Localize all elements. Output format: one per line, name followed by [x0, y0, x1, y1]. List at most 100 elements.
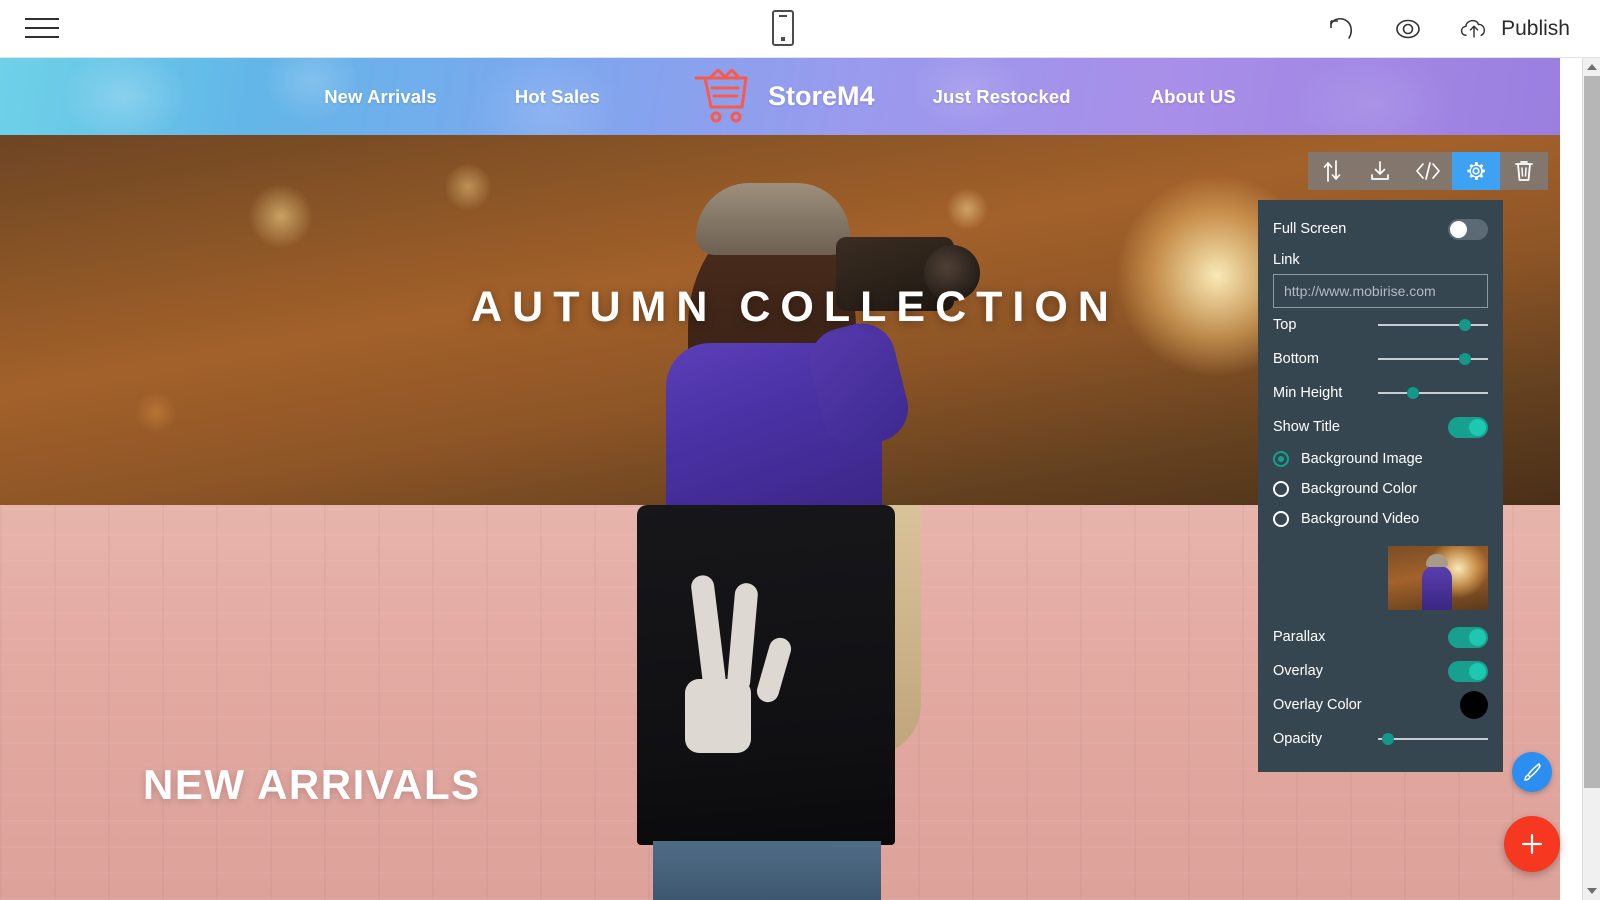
parallax-label: Parallax: [1273, 629, 1326, 645]
block-settings-gear-icon[interactable]: [1452, 152, 1500, 190]
background-image-option[interactable]: Background Image: [1273, 444, 1488, 474]
overlay-label: Overlay: [1273, 663, 1323, 679]
toggle-knob: [1469, 662, 1486, 680]
parallax-row: Parallax: [1273, 620, 1488, 654]
overlay-toggle[interactable]: [1448, 660, 1488, 682]
site-brand[interactable]: StoreM4: [692, 68, 875, 125]
thumbnail-hat: [1426, 554, 1448, 567]
slider-thumb[interactable]: [1459, 353, 1472, 365]
opacity-label: Opacity: [1273, 731, 1323, 747]
slider-thumb[interactable]: [1459, 319, 1472, 331]
app-toolbar-actions: Publish: [1325, 0, 1570, 58]
publish-button[interactable]: Publish: [1457, 12, 1570, 46]
plus-icon: [1521, 833, 1543, 855]
hand-finger: [689, 574, 728, 694]
pen-brush-icon[interactable]: [1512, 752, 1552, 792]
background-color-option[interactable]: Background Color: [1273, 474, 1488, 504]
background-image-thumbnail-wrap: [1273, 546, 1488, 610]
scroll-down-arrow-icon[interactable]: [1583, 882, 1600, 900]
radio-button: [1273, 511, 1289, 527]
nav-link-about-us[interactable]: About US: [1151, 86, 1236, 108]
hand-finger: [726, 582, 759, 694]
min-height-label: Min Height: [1273, 385, 1343, 401]
hamburger-bar: [25, 18, 59, 20]
min-height-row: Min Height: [1273, 376, 1488, 410]
bottom-padding-slider[interactable]: [1378, 350, 1488, 368]
overlay-color-swatch[interactable]: [1460, 691, 1488, 719]
triangle-down: [1587, 888, 1597, 894]
code-editor-icon[interactable]: [1404, 152, 1452, 190]
background-image-thumbnail[interactable]: [1388, 546, 1488, 610]
nav-link-just-restocked[interactable]: Just Restocked: [933, 86, 1071, 108]
hero-photographer-figure: [580, 175, 980, 505]
site-brand-name: StoreM4: [768, 81, 875, 111]
link-label: Link: [1273, 252, 1300, 268]
eye-preview-icon[interactable]: [1391, 12, 1425, 46]
mobile-device-icon[interactable]: [772, 10, 794, 46]
scrollbar-thumb[interactable]: [1584, 76, 1600, 788]
scroll-up-arrow-icon[interactable]: [1583, 58, 1600, 76]
vertical-scrollbar[interactable]: [1582, 58, 1600, 900]
hand-finger: [754, 635, 794, 705]
slider-track: [1378, 392, 1488, 394]
hand-palm: [685, 679, 751, 753]
min-height-slider[interactable]: [1378, 384, 1488, 402]
site-navbar: New Arrivals Hot Sales StoreM4 Just Rest…: [0, 58, 1560, 135]
triangle-up: [1587, 64, 1597, 70]
link-input[interactable]: [1273, 274, 1488, 308]
overlay-color-row: Overlay Color: [1273, 688, 1488, 722]
opacity-slider[interactable]: [1378, 730, 1488, 748]
bottom-padding-row: Bottom: [1273, 342, 1488, 376]
toggle-knob: [1469, 418, 1486, 436]
radio-button-selected: [1273, 451, 1289, 467]
nav-link-hot-sales[interactable]: Hot Sales: [515, 86, 600, 108]
thumbnail-figure: [1422, 566, 1452, 610]
top-padding-label: Top: [1273, 317, 1297, 333]
hamburger-bar: [25, 36, 59, 38]
undo-icon[interactable]: [1325, 12, 1359, 46]
full-screen-label: Full Screen: [1273, 221, 1347, 237]
slider-track: [1378, 324, 1488, 326]
hamburger-icon[interactable]: [25, 13, 59, 43]
background-color-label: Background Color: [1301, 481, 1418, 497]
block-parameters-panel: Full Screen Link Top Bottom Min Height S…: [1258, 200, 1503, 772]
top-padding-row: Top: [1273, 308, 1488, 342]
nav-link-new-arrivals[interactable]: New Arrivals: [324, 86, 437, 108]
top-padding-slider[interactable]: [1378, 316, 1488, 334]
radio-button: [1273, 481, 1289, 497]
slider-track: [1378, 358, 1488, 360]
full-screen-row: Full Screen: [1273, 212, 1488, 246]
move-block-icon[interactable]: [1308, 152, 1356, 190]
publish-label: Publish: [1501, 17, 1570, 40]
site-nav-links: New Arrivals Hot Sales StoreM4 Just Rest…: [324, 68, 1236, 125]
cloud-upload-icon: [1460, 19, 1486, 38]
show-title-toggle[interactable]: [1448, 416, 1488, 438]
toggle-knob: [1469, 628, 1486, 646]
model-jeans: [653, 841, 881, 900]
block-toolbar: [1308, 152, 1548, 190]
opacity-row: Opacity: [1273, 722, 1488, 756]
tshirt-model-photo: [595, 505, 965, 900]
figure-hat: [696, 183, 850, 255]
tshirt-hand-graphic: [679, 574, 809, 765]
new-arrivals-title[interactable]: NEW ARRIVALS: [143, 761, 481, 809]
delete-block-trash-icon[interactable]: [1500, 152, 1548, 190]
full-screen-toggle[interactable]: [1448, 218, 1488, 240]
overlay-row: Overlay: [1273, 654, 1488, 688]
parallax-toggle[interactable]: [1448, 626, 1488, 648]
slider-track: [1378, 738, 1488, 740]
toggle-knob: [1450, 220, 1467, 238]
background-video-label: Background Video: [1301, 511, 1420, 527]
overlay-color-label: Overlay Color: [1273, 697, 1362, 713]
add-block-button[interactable]: [1504, 816, 1560, 872]
show-title-row: Show Title: [1273, 410, 1488, 444]
slider-thumb[interactable]: [1407, 387, 1420, 399]
hamburger-bar: [25, 27, 59, 29]
background-image-label: Background Image: [1301, 451, 1423, 467]
shopping-cart-icon: [694, 68, 748, 122]
slider-thumb[interactable]: [1381, 733, 1394, 745]
download-block-icon[interactable]: [1356, 152, 1404, 190]
background-video-option[interactable]: Background Video: [1273, 504, 1488, 534]
app-toolbar: Publish: [0, 0, 1600, 58]
bottom-padding-label: Bottom: [1273, 351, 1319, 367]
